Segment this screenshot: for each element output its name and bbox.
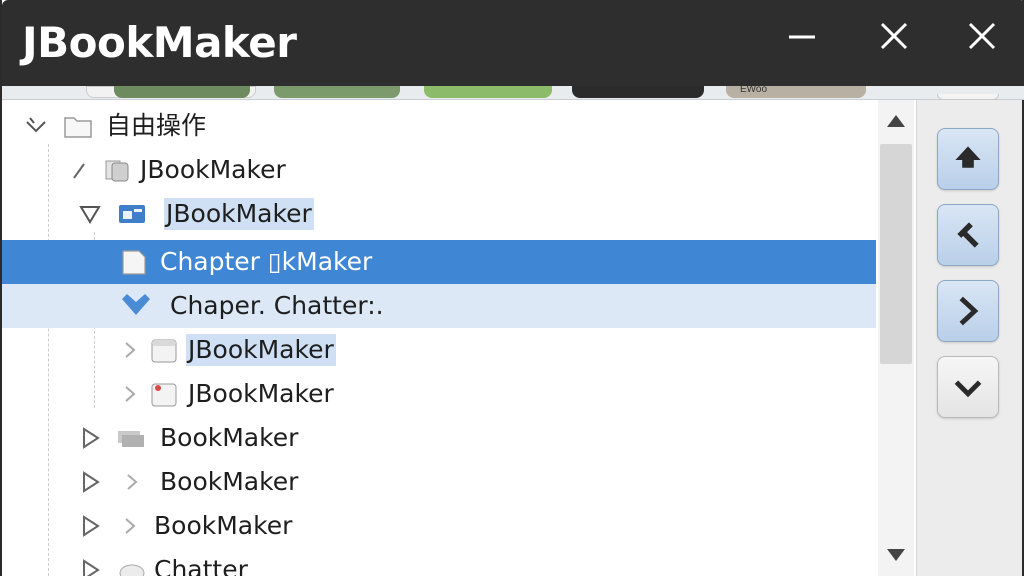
tag-icon (116, 555, 148, 576)
page-icon (118, 247, 150, 277)
tree-item-label: Chatter (154, 555, 248, 576)
title-bar[interactable]: JBookMaker (2, 0, 1024, 86)
tree-row-selected[interactable]: Chapter ▯kMaker (2, 240, 876, 284)
triangle-right-icon (83, 471, 100, 493)
expand-toggle[interactable] (24, 114, 48, 138)
tree-item-label: BookMaker (154, 511, 293, 540)
scroll-up-button[interactable] (884, 112, 908, 130)
expand-toggle[interactable] (78, 558, 102, 576)
tree-item-label: 自由操作 (106, 111, 207, 140)
vertical-scrollbar[interactable] (878, 100, 914, 576)
tree-row[interactable]: JBookMaker (2, 148, 876, 192)
close-icon (880, 22, 908, 50)
chevron-down-icon (954, 380, 982, 398)
triangle-right-icon (83, 559, 100, 576)
triangle-right-icon (83, 515, 100, 537)
reorder-panel (916, 94, 1022, 576)
close-button-secondary[interactable] (954, 14, 1010, 58)
triangle-up-icon (887, 115, 905, 127)
tree-line-toggle (68, 158, 92, 182)
thumbnail-image (424, 86, 552, 98)
chevron-right-icon (118, 514, 142, 538)
close-button[interactable] (866, 14, 922, 58)
minimize-button[interactable] (774, 14, 830, 58)
close-icon (968, 22, 996, 50)
tree-item-label: BookMaker (160, 423, 299, 452)
tree-row[interactable]: Chatter (2, 548, 876, 576)
tree-item-label: JBookMaker (164, 198, 314, 230)
tree-row[interactable]: JBookMaker (2, 192, 876, 236)
thumbnail-caption: EWoo (740, 86, 768, 95)
tree-row[interactable]: 自由操作 (2, 104, 876, 148)
page-icon (148, 335, 180, 365)
tree-item-label: JBookMaker (186, 334, 336, 366)
tree-row-hover[interactable]: Chaper. Chatter:. (2, 284, 876, 328)
thumbnail-image (114, 86, 250, 98)
blue-window-icon (116, 199, 148, 229)
expand-toggle[interactable] (78, 202, 102, 226)
stack-icon (116, 423, 148, 453)
chevron-right-icon (125, 386, 136, 402)
folder-icon (62, 111, 94, 141)
expand-toggle[interactable] (78, 470, 102, 494)
chevron-down-icon (26, 117, 46, 133)
chevron-right-icon (125, 342, 136, 358)
tree-item-label: JBookMaker (140, 155, 286, 184)
minimize-icon (789, 35, 815, 39)
tree-item-label: Chaper. Chatter:. (170, 291, 384, 320)
triangle-down-icon (79, 206, 101, 224)
scrollbar-thumb[interactable] (880, 144, 912, 364)
chevron-right-icon (959, 296, 979, 326)
book-stack-icon (102, 155, 134, 185)
panel-tab (937, 94, 999, 100)
tree-item-label: Chapter ▯kMaker (160, 247, 373, 276)
tree-item-label: JBookMaker (188, 379, 334, 408)
arrow-up-icon (955, 146, 981, 168)
move-top-button[interactable] (937, 128, 999, 190)
tree-row[interactable]: JBookMaker (2, 372, 876, 416)
move-down-button[interactable] (937, 356, 999, 418)
expand-toggle[interactable] (78, 426, 102, 450)
chevron-right-icon (120, 470, 144, 494)
page-red-icon (148, 379, 180, 409)
tree-row[interactable]: BookMaker (2, 504, 876, 548)
arrow-up-left-icon (957, 222, 979, 248)
move-prev-button[interactable] (937, 204, 999, 266)
thumbnail-image (274, 86, 400, 98)
expand-toggle[interactable] (78, 514, 102, 538)
triangle-down-icon (887, 549, 905, 561)
scroll-down-button[interactable] (884, 546, 908, 564)
thumbnail-strip: EWoo (2, 86, 1024, 100)
tree-row[interactable]: BookMaker (2, 416, 876, 460)
triangle-right-icon (83, 427, 100, 449)
tree-item-label: BookMaker (160, 467, 299, 496)
tree-row[interactable]: BookMaker (2, 460, 876, 504)
tree-view[interactable]: 自由操作 JBookMaker JBookMaker Chapter ▯kMak… (2, 100, 878, 576)
app-window: JBookMaker EWoo 自由操作 JBookMaker JBookMak… (0, 0, 1024, 576)
expand-toggle[interactable] (118, 338, 142, 362)
window-title: JBookMaker (22, 18, 297, 67)
move-next-button[interactable] (937, 280, 999, 342)
thumbnail-image (572, 86, 704, 98)
tree-row[interactable]: JBookMaker (2, 328, 876, 372)
expand-toggle[interactable] (118, 382, 142, 406)
heart-icon (120, 291, 152, 321)
